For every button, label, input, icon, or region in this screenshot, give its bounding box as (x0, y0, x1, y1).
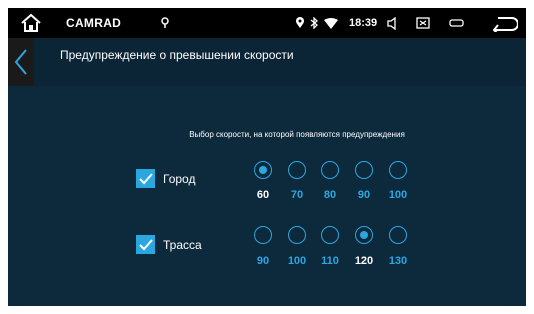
pin-icon (295, 8, 305, 38)
check-icon (138, 172, 153, 184)
city-radio-100[interactable] (389, 161, 407, 179)
highway-radio-90[interactable] (254, 226, 272, 244)
speed-prompt: Выбор скорости, на которой появляются пр… (189, 130, 405, 139)
power-icon[interactable] (449, 8, 465, 38)
highway-speed-label: 120 (354, 255, 374, 267)
bluetooth-icon (310, 8, 319, 38)
page-title: Предупреждение о превышении скорости (60, 48, 294, 62)
screen-icon[interactable] (416, 8, 430, 38)
highway-speed-label: 110 (321, 255, 339, 267)
city-speed-label: 100 (388, 189, 408, 201)
check-icon (138, 238, 153, 250)
city-radio-70[interactable] (288, 161, 306, 179)
brand-label: CAMRAD (66, 16, 122, 30)
home-icon[interactable] (18, 8, 44, 38)
highway-speed-label: 130 (388, 255, 408, 267)
highway-radio-110[interactable] (321, 226, 339, 244)
back-button[interactable] (8, 38, 34, 86)
city-radio-60[interactable] (254, 161, 272, 179)
title-bar: Предупреждение о превышении скорости (8, 38, 526, 86)
wifi-icon (324, 8, 338, 38)
city-speed-label: 80 (323, 189, 337, 201)
city-speed-label: 90 (357, 189, 371, 201)
highway-radio-100[interactable] (288, 226, 306, 244)
location-icon (160, 8, 170, 38)
highway-radio-130[interactable] (389, 226, 407, 244)
city-speed-label: 60 (256, 189, 270, 201)
volume-icon[interactable] (387, 8, 401, 38)
highway-speed-label: 100 (287, 255, 307, 267)
back-arrow-icon[interactable] (491, 8, 519, 38)
clock: 18:39 (349, 17, 378, 29)
city-label: Город (163, 172, 196, 186)
screen: CAMRAD 18:39 Предупреждение о превышении… (8, 8, 526, 306)
city-checkbox[interactable] (136, 169, 155, 188)
chevron-left-icon (14, 49, 27, 75)
highway-checkbox[interactable] (136, 235, 155, 254)
highway-label: Трасса (163, 238, 202, 252)
highway-speed-label: 90 (256, 255, 270, 267)
status-bar: CAMRAD 18:39 (8, 8, 526, 38)
city-radio-90[interactable] (355, 161, 373, 179)
city-speed-label: 70 (290, 189, 304, 201)
highway-radio-120[interactable] (355, 226, 373, 244)
city-radio-80[interactable] (321, 161, 339, 179)
